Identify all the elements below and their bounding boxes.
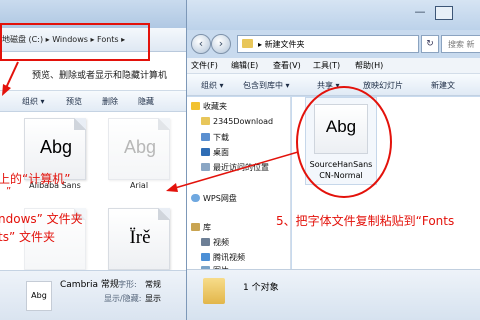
font-file-glyph: Abg [31, 291, 47, 300]
menu-tools[interactable]: 工具(T) [313, 60, 340, 71]
details-pane: Abg Cambria 常规 字形: 常规 显示/隐藏: 显示 [0, 270, 190, 320]
new-folder-button[interactable]: 新建文 [431, 80, 455, 91]
video-icon [201, 253, 210, 261]
preview-button[interactable]: 预览 [66, 96, 82, 107]
nav-item-tencent-video[interactable]: 腾讯视频 [201, 252, 245, 263]
address-highlight-box [0, 23, 150, 61]
page-fold [74, 118, 86, 130]
nav-item-videos[interactable]: 视频 [201, 237, 229, 248]
back-button[interactable]: ‹ [191, 34, 211, 54]
nav-favorites[interactable]: 收藏夹 [191, 101, 227, 112]
recent-places-icon [201, 163, 210, 171]
minimize-icon[interactable]: — [411, 6, 429, 20]
menu-bar: 文件(F) 编辑(E) 查看(V) 工具(T) 帮助(H) [187, 58, 480, 74]
fonts-description: 预览、删除或者显示和隐藏计算机 [32, 71, 168, 81]
font-style-label: 字形: [118, 280, 137, 289]
folder-icon [242, 39, 253, 48]
delete-button[interactable]: 删除 [102, 96, 118, 107]
font-tile-arial[interactable]: Abg [108, 118, 170, 180]
nav-item-label: 腾讯视频 [213, 253, 245, 262]
show-hide-value: 显示 [145, 294, 161, 303]
nav-item-label: 下载 [213, 133, 229, 142]
refresh-icon[interactable]: ↻ [421, 35, 439, 53]
nav-item-recent[interactable]: 最近访问的位置 [201, 162, 269, 173]
nav-wps-drive[interactable]: WPS网盘 [191, 193, 237, 204]
include-in-library-button[interactable]: 包含到库中 ▾ [243, 80, 290, 91]
organize-button[interactable]: 组织 ▾ [201, 80, 224, 91]
nav-item-label: 桌面 [213, 148, 229, 157]
selected-font-name: Cambria 常规 [60, 280, 119, 290]
nav-item-2345download[interactable]: 2345Download [201, 117, 273, 126]
command-bar: 组织 ▾ 预览 删除 隐藏 [0, 90, 190, 112]
step-text-line3: ndows” 文件夹 [0, 212, 83, 226]
breadcrumb-new-folder[interactable]: 新建文件夹 [265, 40, 305, 49]
breadcrumb: ▸ 新建文件夹 [258, 39, 305, 50]
star-icon [191, 102, 200, 110]
menu-view[interactable]: 查看(V) [273, 60, 301, 71]
menu-edit[interactable]: 编辑(E) [231, 60, 258, 71]
show-hide-label: 显示/隐藏: [104, 294, 142, 303]
step-text-line2: ” [6, 186, 12, 197]
address-bar[interactable]: ▸ 新建文件夹 [237, 35, 419, 53]
cloud-icon [191, 194, 200, 202]
nav-item-desktop[interactable]: 桌面 [201, 147, 229, 158]
nav-item-label: 2345Download [213, 117, 274, 126]
folder-icon [203, 278, 225, 304]
forward-button[interactable]: › [211, 34, 231, 54]
font-preview-glyph: Ïrě [129, 227, 151, 248]
nav-item-downloads[interactable]: 下载 [201, 132, 229, 143]
organize-button[interactable]: 组织 ▾ [22, 96, 45, 107]
nav-item-label: 视频 [213, 238, 229, 247]
font-tile[interactable]: Ïrě [108, 208, 170, 270]
navigation-pane: 收藏夹 2345Download 下载 桌面 最近访问的位置 WPS网盘 库 视… [187, 97, 291, 275]
menu-file[interactable]: 文件(F) [191, 60, 218, 71]
font-preview-glyph: Abg [123, 137, 157, 157]
page-fold [158, 208, 170, 220]
menu-help[interactable]: 帮助(H) [355, 60, 383, 71]
nav-item-label: 最近访问的位置 [213, 163, 269, 172]
download-icon [201, 133, 210, 141]
font-file-icon: Abg [26, 281, 52, 311]
desktop-icon [201, 148, 210, 156]
step-text-line1: 上的“计算机” [0, 172, 71, 186]
nav-favorites-label: 收藏夹 [203, 102, 227, 111]
nav-wps-label: WPS网盘 [203, 194, 237, 203]
video-icon [201, 238, 210, 246]
font-preview-glyph: Abg [39, 137, 73, 157]
nav-libraries[interactable]: 库 [191, 222, 211, 233]
hide-button[interactable]: 隐藏 [138, 96, 154, 107]
folder-icon [201, 117, 210, 125]
page-fold [158, 118, 170, 130]
nav-libraries-label: 库 [203, 223, 211, 232]
status-bar: 1 个对象 [187, 269, 480, 320]
step5-text: 5、把字体文件复制粘贴到“Fonts [276, 214, 455, 228]
search-input[interactable]: 搜索 新 [441, 35, 480, 53]
file-highlight-circle [296, 86, 392, 198]
font-style-value: 常规 [145, 280, 161, 289]
library-icon [191, 223, 200, 231]
title-bar: — [187, 0, 480, 30]
object-count: 1 个对象 [243, 283, 279, 293]
step-text-line4: ts” 文件夹 [0, 230, 55, 244]
slideshow-button[interactable]: 放映幻灯片 [363, 80, 403, 91]
font-name-label: Arial [129, 181, 149, 190]
maximize-icon[interactable] [435, 6, 453, 20]
